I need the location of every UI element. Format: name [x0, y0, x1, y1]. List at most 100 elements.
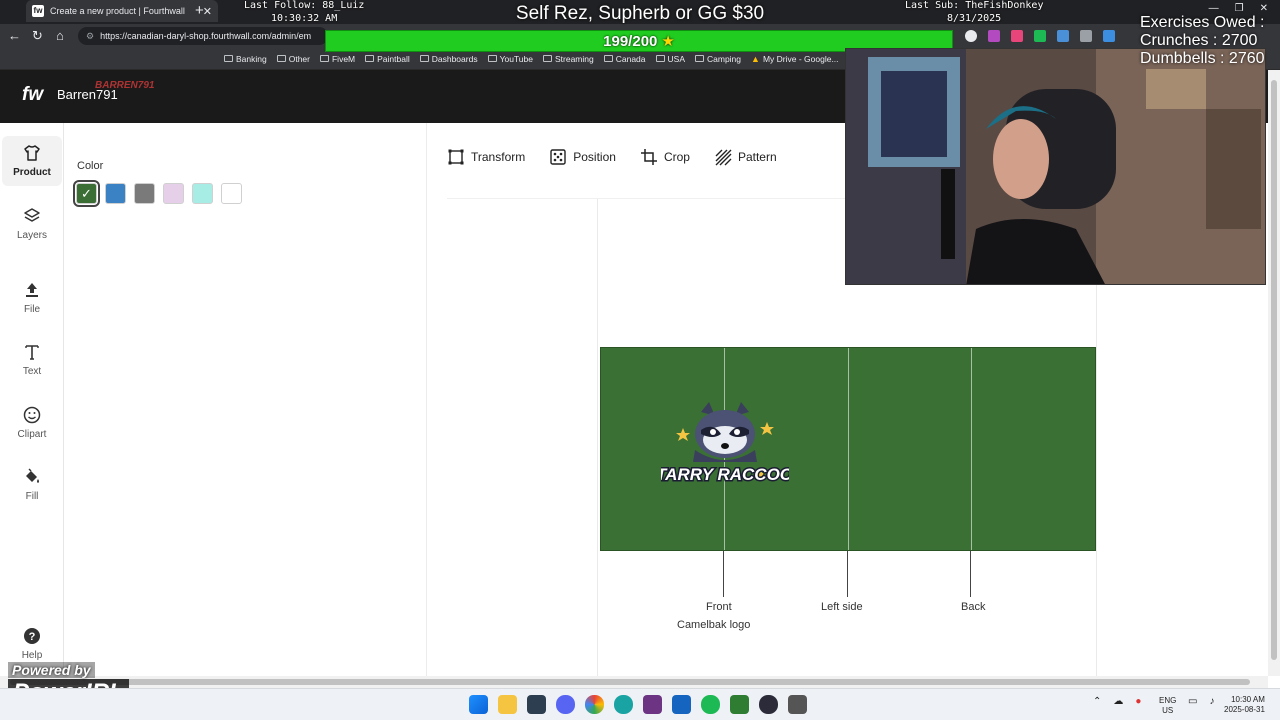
scroll-thumb[interactable] — [1271, 80, 1277, 660]
bookmark-item[interactable]: YouTube — [487, 54, 533, 64]
bookmark-label: Paintball — [377, 53, 410, 64]
chrome-icon[interactable] — [585, 695, 604, 714]
transform-button[interactable]: Transform — [447, 148, 525, 166]
language-indicator[interactable]: ENG US — [1159, 696, 1176, 716]
front-sublabel: Camelbak logo — [677, 619, 751, 631]
extension-icon[interactable] — [1011, 30, 1023, 42]
back-arrow-icon[interactable]: ← — [8, 29, 21, 43]
file-explorer-icon[interactable] — [498, 695, 517, 714]
bottle-wrap-print-area[interactable]: STARRY RACCOON — [600, 347, 1096, 551]
starry-raccoon-logo[interactable]: STARRY RACCOON — [661, 400, 789, 495]
tshirt-icon — [23, 144, 41, 162]
folder-icon — [655, 55, 665, 62]
app-icon[interactable] — [643, 695, 662, 714]
bookmark-item[interactable]: Paintball — [365, 54, 410, 64]
bookmark-label: USA — [667, 53, 685, 64]
folder-icon — [365, 55, 375, 62]
rail-item-text[interactable]: Text — [2, 335, 62, 385]
extension-icon[interactable] — [988, 30, 1000, 42]
rail-item-product[interactable]: Product — [2, 136, 62, 186]
star-icon: ★ — [661, 33, 675, 50]
bookmark-item[interactable]: Canada — [603, 54, 646, 64]
bookmark-item[interactable]: FiveM — [319, 54, 355, 64]
bookmark-label: My Drive - Google... — [762, 53, 839, 64]
bookmark-label: Other — [288, 53, 310, 64]
position-button[interactable]: Position — [549, 148, 616, 166]
webcam-image — [846, 49, 1265, 284]
color-swatch[interactable] — [221, 183, 242, 204]
monitor-icon[interactable]: ▭ — [1188, 696, 1197, 707]
horizontal-scrollbar[interactable] — [0, 676, 1268, 688]
last-sub-date: 8/31/2025 — [947, 13, 1002, 24]
tab-close-icon[interactable]: ✕ — [203, 5, 212, 18]
site-info-icon[interactable]: ⚙ — [86, 31, 94, 42]
rail-item-clipart[interactable]: Clipart — [2, 398, 62, 448]
rail-item-file[interactable]: File — [2, 273, 62, 323]
taskbar-clock[interactable]: 10:30 AM 2025-08-31 — [1224, 695, 1265, 715]
bookmark-item[interactable]: Dashboards — [419, 53, 478, 64]
edge-icon[interactable] — [614, 695, 633, 714]
folder-icon — [319, 55, 329, 62]
outlook-icon[interactable] — [672, 695, 691, 714]
bookmark-label: Dashboards — [431, 53, 478, 64]
extension-icons — [965, 30, 1115, 42]
maximize-icon[interactable]: ❐ — [1235, 3, 1244, 14]
new-tab-icon[interactable]: + — [195, 2, 204, 19]
volume-icon[interactable]: ♪ — [1209, 696, 1214, 707]
app-icon[interactable] — [730, 695, 749, 714]
extension-icon[interactable] — [1034, 30, 1046, 42]
bookmark-item[interactable]: ▲ My Drive - Google... — [751, 54, 839, 64]
bookmark-item[interactable]: Streaming — [542, 54, 594, 64]
bookmark-item[interactable]: USA — [655, 53, 685, 64]
spotify-icon[interactable] — [701, 695, 720, 714]
color-swatch[interactable] — [192, 183, 213, 204]
paint-bucket-icon — [23, 468, 41, 486]
settings-icon[interactable] — [788, 695, 807, 714]
extension-icon[interactable] — [965, 30, 977, 42]
url-input[interactable]: ⚙ https://canadian-daryl-shop.fourthwall… — [78, 27, 328, 45]
design-toolbar: Transform Position Crop Pattern — [447, 137, 777, 177]
store-icon[interactable] — [527, 695, 546, 714]
last-follow-text: Last Follow: 88_Luiz — [244, 0, 365, 11]
bookmark-item[interactable]: Other — [276, 53, 310, 64]
home-icon[interactable]: ⌂ — [56, 29, 64, 43]
reload-icon[interactable]: ↻ — [32, 29, 43, 43]
lang-secondary: US — [1162, 706, 1174, 715]
bookmark-item[interactable]: Banking — [224, 54, 267, 64]
close-window-icon[interactable]: ✕ — [1260, 3, 1268, 14]
extension-icon[interactable] — [1103, 30, 1115, 42]
rail-item-fill[interactable]: Fill — [2, 460, 62, 510]
scroll-thumb[interactable] — [10, 679, 1250, 685]
webcam-feed — [845, 48, 1266, 285]
discord-icon[interactable] — [556, 695, 575, 714]
color-swatch[interactable]: ✓ — [73, 180, 100, 207]
rail-label: Fill — [25, 491, 39, 502]
pattern-button[interactable]: Pattern — [714, 148, 777, 166]
microphone-icon[interactable]: ● — [1135, 696, 1141, 707]
fourthwall-logo[interactable]: fw — [22, 84, 43, 106]
vertical-scrollbar[interactable] — [1268, 70, 1280, 676]
extension-icon[interactable] — [1080, 30, 1092, 42]
browser-tab[interactable]: fw Create a new product | Fourthwall ✕ — [26, 0, 218, 22]
chevron-up-icon[interactable]: ⌃ — [1093, 696, 1101, 707]
front-leader-line — [723, 551, 724, 597]
windows-start-icon[interactable] — [469, 695, 488, 714]
stream-title: Self Rez, Supherb or GG $30 — [515, 3, 765, 24]
obs-icon[interactable] — [759, 695, 778, 714]
last-follow-time: 10:30:32 AM — [271, 13, 338, 24]
bookmark-label: Camping — [707, 53, 742, 64]
lang-primary: ENG — [1159, 696, 1177, 705]
front-label: Front — [706, 601, 732, 613]
color-swatch[interactable] — [134, 183, 155, 204]
crop-button[interactable]: Crop — [640, 148, 690, 166]
minimize-icon[interactable]: — — [1209, 3, 1219, 14]
upload-icon — [23, 281, 41, 299]
bookmark-item[interactable]: Camping — [695, 54, 741, 64]
channel-watermark: BARREN791 — [95, 80, 155, 91]
system-tray: ⌃ ☁ ● — [1093, 696, 1141, 707]
color-swatch[interactable] — [163, 183, 184, 204]
rail-item-layers[interactable]: Layers — [2, 199, 62, 249]
color-swatch[interactable] — [105, 183, 126, 204]
cloud-icon[interactable]: ☁ — [1113, 696, 1123, 707]
extension-icon[interactable] — [1057, 30, 1069, 42]
